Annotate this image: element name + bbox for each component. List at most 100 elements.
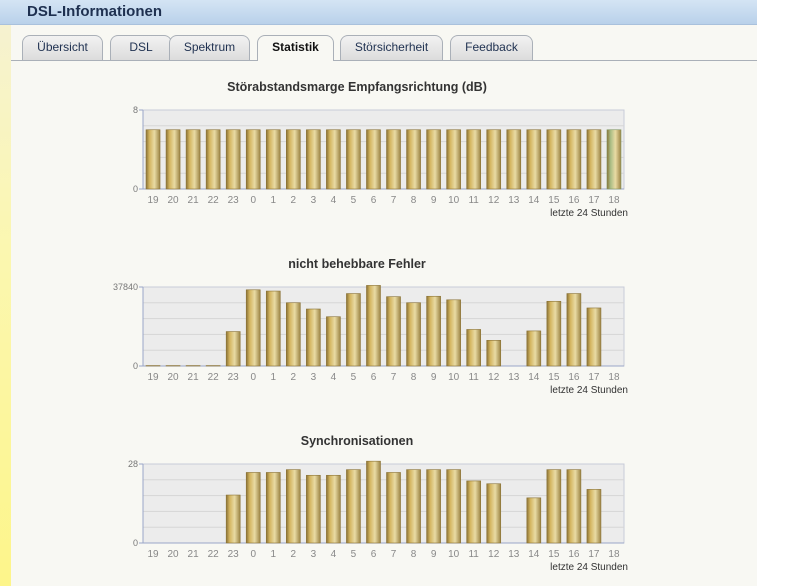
- x-tick-label: 2: [291, 372, 297, 383]
- x-tick-label: 3: [311, 195, 317, 206]
- period-note: letzte 24 Stunden: [550, 385, 628, 396]
- x-tick-label: 8: [411, 372, 417, 383]
- x-tick-label: 15: [548, 195, 560, 206]
- x-tick-label: 22: [208, 372, 220, 383]
- bar: [346, 469, 361, 544]
- x-tick-label: 6: [371, 195, 377, 206]
- bar: [245, 129, 261, 190]
- x-tick-label: 19: [147, 372, 159, 383]
- bar: [586, 129, 602, 190]
- x-tick-label: 15: [548, 372, 560, 383]
- bar: [306, 129, 321, 190]
- period-note: letzte 24 Stunden: [550, 208, 628, 219]
- x-tick-label: 23: [228, 549, 240, 560]
- x-tick-label: 2: [291, 195, 297, 206]
- x-tick-label: 6: [371, 549, 377, 560]
- x-tick-label: 10: [448, 195, 460, 206]
- x-tick-label: 5: [351, 372, 357, 383]
- x-tick-label: 21: [188, 195, 200, 206]
- y-tick-label: 0: [133, 538, 138, 548]
- bar: [286, 129, 301, 190]
- x-tick-label: 4: [331, 549, 337, 560]
- y-tick-label: 28: [128, 459, 138, 469]
- x-tick-label: 11: [468, 549, 479, 560]
- bar: [326, 474, 341, 544]
- bar: [346, 129, 361, 190]
- tab-spektrum[interactable]: Spektrum: [169, 35, 250, 60]
- x-tick-label: 22: [208, 195, 220, 206]
- bar: [426, 129, 441, 190]
- tab-statistik[interactable]: Statistik: [257, 35, 334, 61]
- bar: [426, 469, 441, 544]
- bar: [386, 296, 401, 367]
- x-tick-label: 1: [270, 195, 276, 206]
- bar: [606, 129, 622, 190]
- bar: [446, 469, 461, 544]
- bar: [566, 293, 582, 367]
- x-tick-label: 9: [431, 195, 437, 206]
- y-tick-label: 8: [133, 105, 138, 115]
- x-tick-label: 12: [488, 549, 500, 560]
- tab-uebersicht[interactable]: Übersicht: [22, 35, 103, 60]
- bar: [386, 472, 401, 544]
- tab-stoersicherheit[interactable]: Störsicherheit: [340, 35, 443, 60]
- bar: [406, 302, 421, 367]
- x-tick-label: 8: [411, 195, 417, 206]
- x-tick-label: 11: [468, 372, 479, 383]
- bar: [406, 129, 421, 190]
- bar: [466, 129, 481, 190]
- bar: [566, 469, 582, 544]
- chart-title-sync: Synchronisationen: [300, 434, 414, 448]
- x-tick-label: 0: [250, 195, 256, 206]
- tab-dsl[interactable]: DSL: [110, 35, 172, 60]
- bar: [286, 469, 301, 544]
- y-tick-label: 0: [133, 361, 138, 371]
- x-tick-label: 13: [508, 195, 520, 206]
- bar: [586, 307, 602, 367]
- x-tick-label: 20: [168, 549, 180, 560]
- bar: [586, 489, 602, 544]
- bar: [225, 494, 241, 544]
- bar: [526, 330, 542, 367]
- x-tick-label: 5: [351, 195, 357, 206]
- bar: [245, 472, 261, 544]
- x-tick-label: 20: [168, 372, 180, 383]
- bar: [165, 129, 181, 190]
- x-tick-label: 22: [208, 549, 220, 560]
- x-tick-label: 14: [528, 372, 540, 383]
- bar: [145, 129, 161, 190]
- x-tick-label: 5: [351, 549, 357, 560]
- y-tick-label: 0: [133, 184, 138, 194]
- x-tick-label: 7: [391, 372, 397, 383]
- title-bar: DSL-Informationen: [0, 0, 757, 25]
- bar: [205, 129, 221, 190]
- x-tick-label: 18: [608, 195, 620, 206]
- x-tick-label: 23: [228, 195, 240, 206]
- bar: [566, 129, 582, 190]
- chart-synchronizations: 28019 20 21 22 23 0 1 2 3 4 5 6 7 8 9 10 11 12 13 14 15 16 17 1…: [128, 459, 628, 573]
- bar: [265, 129, 281, 190]
- x-tick-label: 3: [311, 372, 317, 383]
- tab-feedback[interactable]: Feedback: [450, 35, 533, 60]
- x-tick-label: 21: [188, 549, 200, 560]
- bar: [486, 340, 502, 367]
- x-tick-label: 13: [508, 549, 520, 560]
- bar: [306, 308, 321, 367]
- x-tick-label: 11: [468, 195, 479, 206]
- x-tick-label: 8: [411, 549, 417, 560]
- bar: [326, 129, 341, 190]
- x-tick-label: 19: [147, 195, 159, 206]
- bar: [546, 129, 562, 190]
- bar: [245, 289, 261, 367]
- bar: [265, 472, 281, 544]
- window-title: DSL-Informationen: [27, 3, 162, 20]
- bar: [286, 302, 301, 367]
- period-note: letzte 24 Stunden: [550, 562, 628, 573]
- x-tick-label: 17: [588, 549, 600, 560]
- x-tick-label: 21: [188, 372, 200, 383]
- x-tick-label: 4: [331, 195, 337, 206]
- x-tick-label: 0: [250, 372, 256, 383]
- x-tick-label: 16: [568, 549, 580, 560]
- x-tick-label: 1: [270, 549, 276, 560]
- x-tick-label: 23: [228, 372, 240, 383]
